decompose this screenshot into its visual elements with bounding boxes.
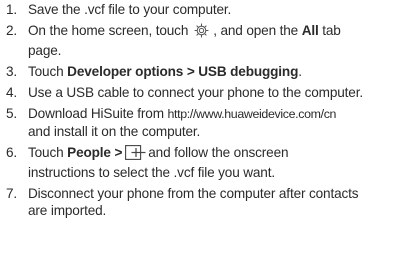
instructions-page: 1. Save the .vcf file to your computer. …	[0, 0, 405, 253]
step-6: 6. Touch People > and follow the onscree…	[6, 144, 401, 181]
usb-debugging-path: Developer options > USB debugging	[67, 64, 299, 79]
step-text-continued: tab	[322, 23, 341, 38]
step-text: On the home screen, touch	[28, 23, 189, 38]
step-text: Use a USB cable to connect your phone to…	[28, 85, 363, 100]
step-number: 2.	[6, 23, 18, 38]
step-text: Disconnect your phone from the computer …	[28, 186, 359, 201]
step-text: Touch	[28, 145, 64, 160]
step-text-continued: and follow the onscreen	[148, 145, 289, 160]
step-text-line2: and install it on the computer.	[28, 124, 201, 139]
step-number: 7.	[6, 186, 18, 201]
import-contacts-steps: 1. Save the .vcf file to your computer. …	[6, 1, 401, 219]
hisuite-download-url: http://www.huaweidevice.com/cn	[167, 107, 337, 121]
all-tab-label: All	[301, 23, 319, 38]
step-5: 5. Download HiSuite from http://www.huaw…	[6, 105, 401, 140]
gear-icon	[194, 23, 209, 42]
add-contact-icon	[125, 145, 147, 164]
step-text-line2: instructions to select the .vcf file you…	[28, 165, 275, 180]
people-label: People >	[67, 145, 123, 160]
step-text: Save the .vcf file to your computer.	[28, 2, 232, 17]
step-text-line2: page.	[28, 43, 62, 58]
step-number: 6.	[6, 145, 18, 160]
step-text-continued: , and open the	[213, 23, 299, 38]
step-text: Download HiSuite from	[28, 106, 164, 121]
step-3: 3. Touch Developer options > USB debuggi…	[6, 63, 401, 80]
step-1: 1. Save the .vcf file to your computer.	[6, 1, 401, 18]
step-text-continued: .	[298, 64, 302, 79]
step-2: 2. On the home screen, touch , and open …	[6, 22, 401, 59]
step-text-line2: are imported.	[28, 203, 107, 218]
step-number: 4.	[6, 85, 18, 100]
step-number: 3.	[6, 64, 18, 79]
step-7: 7. Disconnect your phone from the comput…	[6, 185, 401, 219]
step-number: 1.	[6, 2, 18, 17]
step-number: 5.	[6, 106, 18, 121]
step-4: 4. Use a USB cable to connect your phone…	[6, 84, 401, 101]
step-text: Touch	[28, 64, 64, 79]
